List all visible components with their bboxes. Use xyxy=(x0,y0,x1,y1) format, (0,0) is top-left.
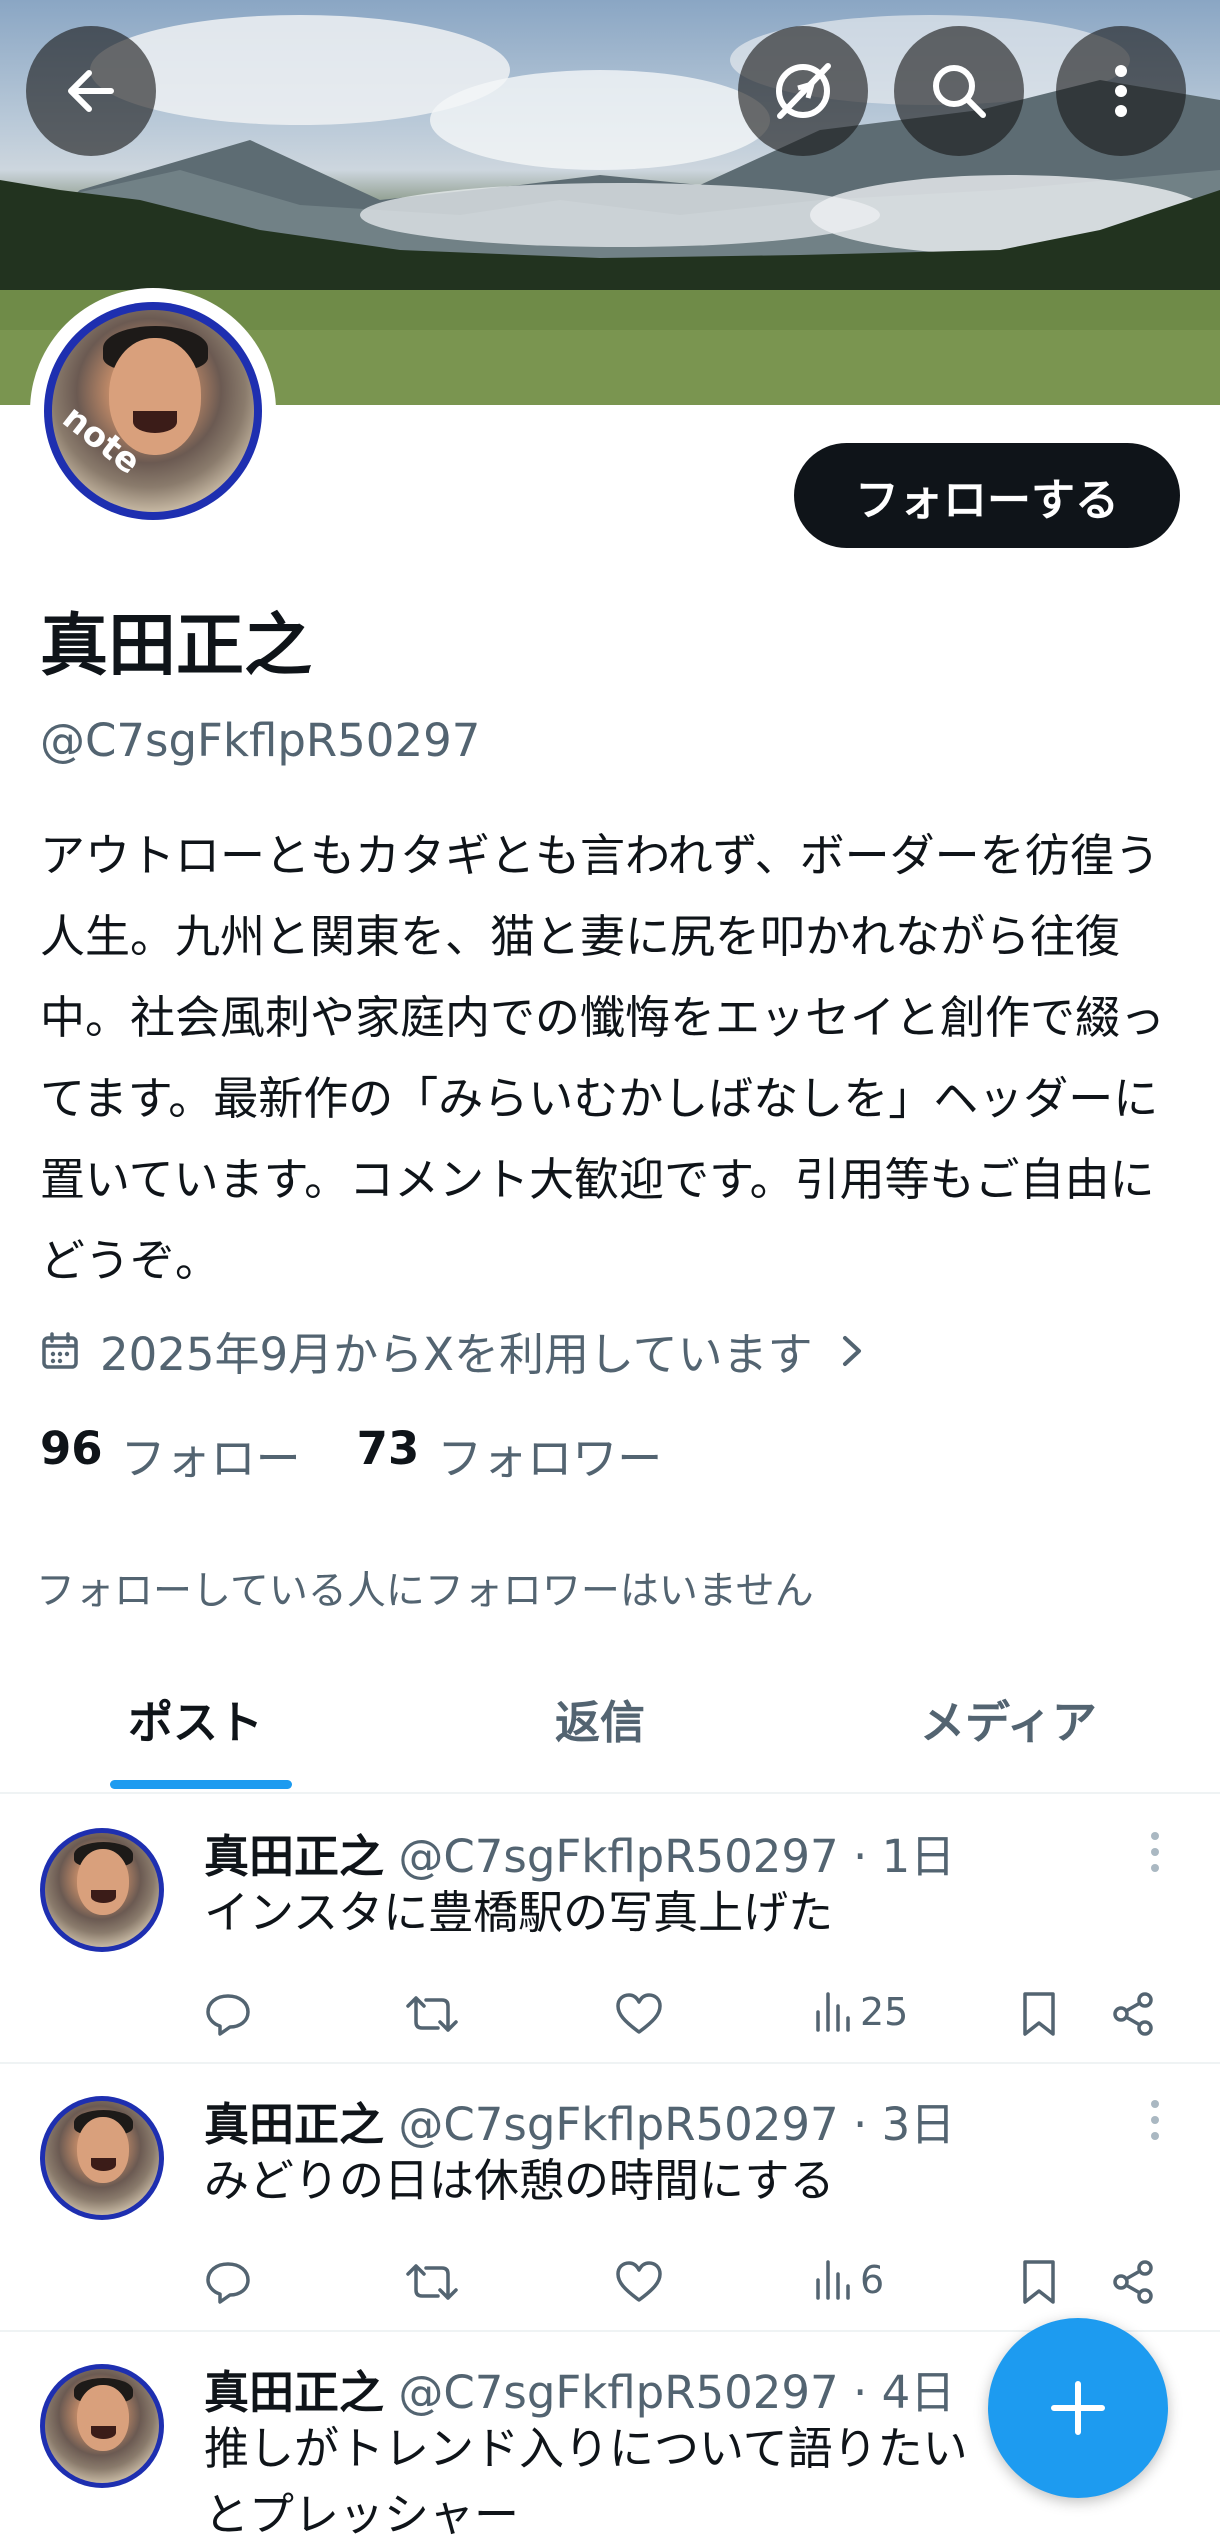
post-avatar[interactable] xyxy=(40,1828,164,1952)
tab-replies[interactable]: 返信 xyxy=(555,1686,645,1751)
bookmark-button[interactable] xyxy=(1019,1990,1059,2038)
views-button[interactable]: 6 xyxy=(814,2258,884,2302)
post-avatar[interactable] xyxy=(40,2096,164,2220)
like-button[interactable] xyxy=(614,1990,664,2038)
tab-active-indicator xyxy=(110,1780,292,1789)
views-button[interactable]: 25 xyxy=(814,1990,908,2034)
repost-button[interactable] xyxy=(404,1990,460,2038)
post-more-icon[interactable] xyxy=(1140,2098,1170,2142)
grok-button[interactable] xyxy=(738,26,868,156)
compose-button[interactable] xyxy=(988,2318,1168,2498)
profile-bio: アウトローともカタギとも言われず、ボーダーを彷徨う人生。九州と関東を、猫と妻に尻… xyxy=(40,829,1166,1287)
back-button[interactable] xyxy=(26,26,156,156)
search-button[interactable] xyxy=(894,26,1024,156)
post-header: 真田正之 @C7sgFkflpR50297 · 1日 xyxy=(204,1820,955,1885)
reply-icon xyxy=(206,2262,250,2304)
like-button[interactable] xyxy=(614,2258,664,2306)
post-meta: @C7sgFkflpR50297 · 1日 xyxy=(398,1830,956,1883)
heart-icon xyxy=(616,2261,662,2302)
joined-text: 2025年9月からXを利用しています xyxy=(100,1328,813,1381)
views-icon xyxy=(816,1992,850,2032)
following-label: フォロー xyxy=(120,1432,301,1485)
post-header: 真田正之 @C7sgFkflpR50297 · 3日 xyxy=(204,2088,955,2153)
bookmark-button[interactable] xyxy=(1019,2258,1059,2306)
grok-icon xyxy=(776,63,831,119)
bookmark-icon xyxy=(1023,2260,1055,2304)
post-meta: @C7sgFkflpR50297 · 3日 xyxy=(398,2098,956,2151)
post-item[interactable]: 真田正之 @C7sgFkflpR50297 · 1日 インスタに豊橋駅の写真上げ… xyxy=(0,1796,1220,2064)
avatar: note xyxy=(44,302,262,520)
reply-icon xyxy=(206,1994,250,2036)
calendar-icon xyxy=(42,1331,78,1369)
more-vertical-icon xyxy=(1115,65,1127,117)
tab-media[interactable]: メディア xyxy=(920,1686,1097,1751)
views-count: 25 xyxy=(860,1990,909,2034)
post-author-name[interactable]: 真田正之 xyxy=(204,2098,384,2151)
share-button[interactable] xyxy=(1109,1990,1157,2038)
post-item[interactable]: 真田正之 @C7sgFkflpR50297 · 3日 みどりの日は休憩の時間にす… xyxy=(0,2064,1220,2332)
views-icon xyxy=(816,2260,850,2300)
post-avatar[interactable] xyxy=(40,2364,164,2488)
post-more-icon[interactable] xyxy=(1140,1830,1170,1874)
repost-icon xyxy=(406,1996,458,2032)
mutual-followers-note: フォローしている人にフォロワーはいません xyxy=(36,1569,814,1614)
plus-icon xyxy=(1051,2381,1105,2435)
views-count: 6 xyxy=(860,2258,885,2302)
joined-date[interactable]: 2025年9月からXを利用しています xyxy=(40,1318,865,1383)
share-icon xyxy=(1113,1992,1153,2036)
profile-tabs: ポスト 返信 メディア xyxy=(0,1648,1220,1794)
post-header: 真田正之 @C7sgFkflpR50297 · 4日 xyxy=(204,2356,955,2421)
post-text: インスタに豊橋駅の写真上げた xyxy=(204,1886,834,1939)
followers-link[interactable]: 73 フォロワー xyxy=(357,1422,663,1487)
profile-avatar[interactable]: note xyxy=(30,288,276,534)
heart-icon xyxy=(616,1993,662,2034)
bookmark-icon xyxy=(1023,1992,1055,2036)
followers-label: フォロワー xyxy=(437,1432,663,1485)
post-actions: 25 xyxy=(204,1990,1174,2050)
post-text: みどりの日は休憩の時間にする xyxy=(204,2154,835,2207)
tab-posts[interactable]: ポスト xyxy=(128,1686,263,1751)
share-icon xyxy=(1113,2260,1153,2304)
post-meta: @C7sgFkflpR50297 · 4日 xyxy=(398,2366,956,2419)
search-icon xyxy=(933,65,986,118)
following-count: 96 xyxy=(40,1422,103,1475)
post-actions: 6 xyxy=(204,2258,1174,2318)
more-button[interactable] xyxy=(1056,26,1186,156)
post-author-name[interactable]: 真田正之 xyxy=(204,1830,384,1883)
followers-count: 73 xyxy=(356,1422,420,1475)
share-button[interactable] xyxy=(1109,2258,1157,2306)
reply-button[interactable] xyxy=(204,2258,252,2306)
post-author-name[interactable]: 真田正之 xyxy=(204,2366,384,2419)
repost-button[interactable] xyxy=(404,2258,460,2306)
follow-button[interactable]: フォローする xyxy=(794,443,1180,548)
chevron-right-icon xyxy=(842,1335,861,1366)
repost-icon xyxy=(406,2264,458,2300)
arrow-left-icon xyxy=(68,70,114,112)
profile-handle: @C7sgFkflpR50297 xyxy=(40,714,481,767)
follow-stats: 96 フォロー 73 フォロワー xyxy=(40,1422,718,1487)
profile-name: 真田正之 xyxy=(40,607,313,686)
following-link[interactable]: 96 フォロー xyxy=(40,1422,301,1487)
reply-button[interactable] xyxy=(204,1990,252,2038)
